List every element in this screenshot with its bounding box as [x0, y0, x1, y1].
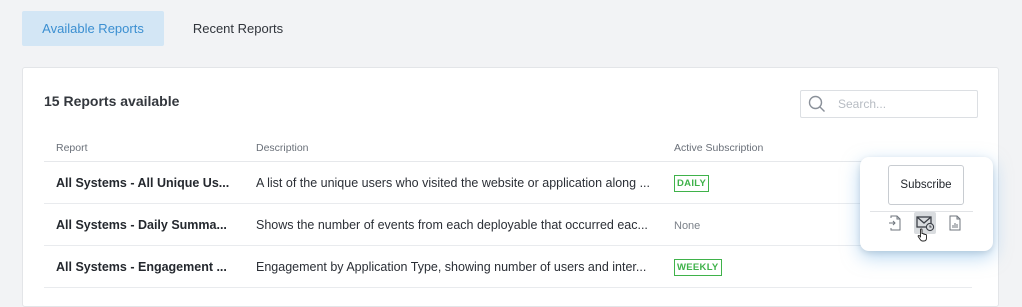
search-box[interactable]	[800, 90, 978, 118]
subscription-badge: WEEKLY	[674, 259, 722, 276]
search-icon	[808, 95, 825, 112]
table-row[interactable]: All Systems - All Unique Us... A list of…	[44, 162, 972, 204]
report-name[interactable]: All Systems - All Unique Us...	[44, 176, 256, 190]
hand-cursor-icon	[917, 228, 927, 242]
row-actions-popover: Subscribe	[860, 157, 993, 251]
view-report-button[interactable]	[944, 212, 966, 234]
report-chart-icon	[949, 215, 961, 231]
tab-recent-reports[interactable]: Recent Reports	[164, 11, 312, 46]
report-name[interactable]: All Systems - Daily Summa...	[44, 218, 256, 232]
search-input[interactable]	[838, 97, 968, 111]
tab-available-reports[interactable]: Available Reports	[22, 11, 164, 46]
subscription-none-text: None	[674, 219, 701, 232]
column-header-description[interactable]: Description	[256, 142, 674, 154]
table-header: Report Description Active Subscription	[44, 134, 972, 162]
report-description: A list of the unique users who visited t…	[256, 175, 650, 190]
report-tabs: Available Reports Recent Reports	[22, 11, 312, 46]
table-row[interactable]: All Systems - Engagement ... Engagement …	[44, 246, 972, 288]
export-icon	[889, 215, 901, 231]
subscription-badge: DAILY	[674, 175, 710, 192]
column-header-report[interactable]: Report	[44, 142, 256, 154]
table-row[interactable]: All Systems - Daily Summa... Shows the n…	[44, 204, 972, 246]
active-subscription-cell: WEEKLY	[674, 257, 972, 276]
reports-count-title: 15 Reports available	[44, 93, 180, 109]
report-description: Shows the number of events from each dep…	[256, 217, 648, 232]
subscribe-tooltip: Subscribe	[888, 165, 964, 205]
reports-table: Report Description Active Subscription A…	[44, 134, 972, 288]
report-name[interactable]: All Systems - Engagement ...	[44, 260, 256, 274]
export-button[interactable]	[884, 212, 906, 234]
report-description: Engagement by Application Type, showing …	[256, 259, 647, 274]
column-header-active-subscription[interactable]: Active Subscription	[674, 142, 972, 154]
reports-card: 15 Reports available Report Description …	[22, 67, 999, 307]
